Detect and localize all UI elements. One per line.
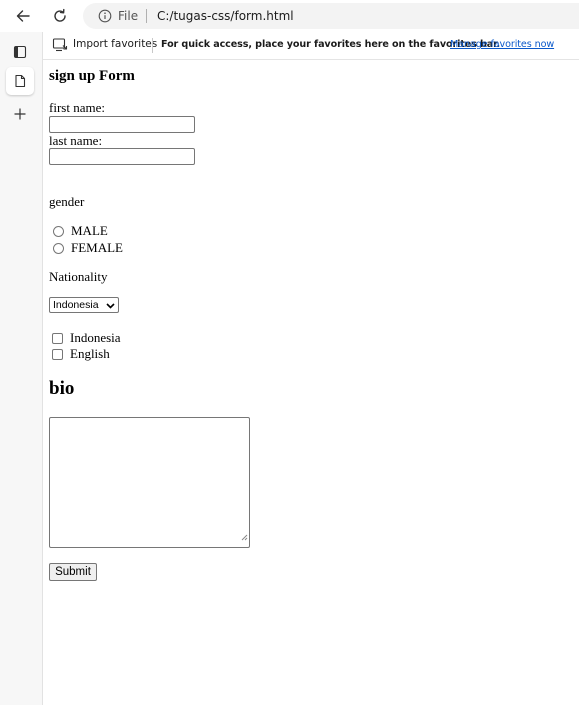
gender-option-male[interactable]: MALE: [53, 223, 108, 239]
page-icon: [15, 74, 26, 88]
language-option-english[interactable]: English: [52, 346, 110, 362]
import-favorites-button[interactable]: Import favorites: [73, 38, 157, 50]
first-name-label: first name:: [49, 100, 105, 115]
vertical-tabs-sidebar: [0, 32, 43, 705]
plus-icon: [14, 108, 26, 120]
browser-toolbar: File C:/tugas-css/form.html: [0, 0, 579, 32]
info-icon[interactable]: [98, 9, 112, 28]
tab-actions-button[interactable]: [6, 38, 34, 66]
refresh-button[interactable]: [47, 4, 73, 28]
refresh-icon: [54, 8, 66, 22]
page-content: sign up Form first name: last name: gend…: [43, 60, 579, 705]
back-button[interactable]: [10, 4, 36, 28]
back-arrow-icon: [16, 10, 30, 22]
female-label: FEMALE: [71, 240, 123, 255]
last-name-field[interactable]: [49, 148, 195, 165]
bio-heading: bio: [49, 378, 75, 399]
import-favorites-icon[interactable]: [52, 37, 68, 57]
nationality-selected-value: Indonesia: [53, 299, 99, 311]
nationality-label: Nationality: [49, 269, 108, 284]
manage-favorites-link[interactable]: Manage favorites now: [450, 39, 554, 50]
male-radio[interactable]: [53, 225, 64, 237]
gender-label: gender: [49, 194, 85, 209]
english-label: English: [70, 346, 110, 361]
nationality-select[interactable]: Indonesia: [49, 297, 119, 313]
new-tab-button[interactable]: [6, 100, 34, 128]
form-title: sign up Form: [49, 68, 135, 84]
indonesia-checkbox[interactable]: [52, 332, 63, 344]
bio-textarea[interactable]: [49, 417, 250, 548]
chevron-down-icon: [106, 301, 115, 313]
tab-form-html[interactable]: [6, 67, 34, 95]
language-option-indonesia[interactable]: Indonesia: [52, 330, 121, 346]
first-name-field[interactable]: [49, 116, 195, 133]
last-name-label: last name:: [49, 133, 103, 148]
favorites-bar: Import favorites For quick access, place…: [43, 32, 579, 60]
male-label: MALE: [71, 223, 108, 238]
url-text[interactable]: C:/tugas-css/form.html: [157, 9, 294, 23]
submit-button[interactable]: Submit: [49, 563, 97, 581]
english-checkbox[interactable]: [52, 348, 63, 360]
tab-actions-icon: [13, 45, 27, 59]
female-radio[interactable]: [53, 242, 64, 254]
address-divider: [146, 9, 147, 23]
favorites-divider: [152, 38, 153, 53]
file-label: File: [118, 9, 139, 23]
address-bar[interactable]: File C:/tugas-css/form.html: [83, 3, 579, 29]
indonesia-label: Indonesia: [70, 330, 121, 345]
gender-option-female[interactable]: FEMALE: [53, 240, 123, 256]
resize-handle-icon[interactable]: [240, 528, 248, 546]
